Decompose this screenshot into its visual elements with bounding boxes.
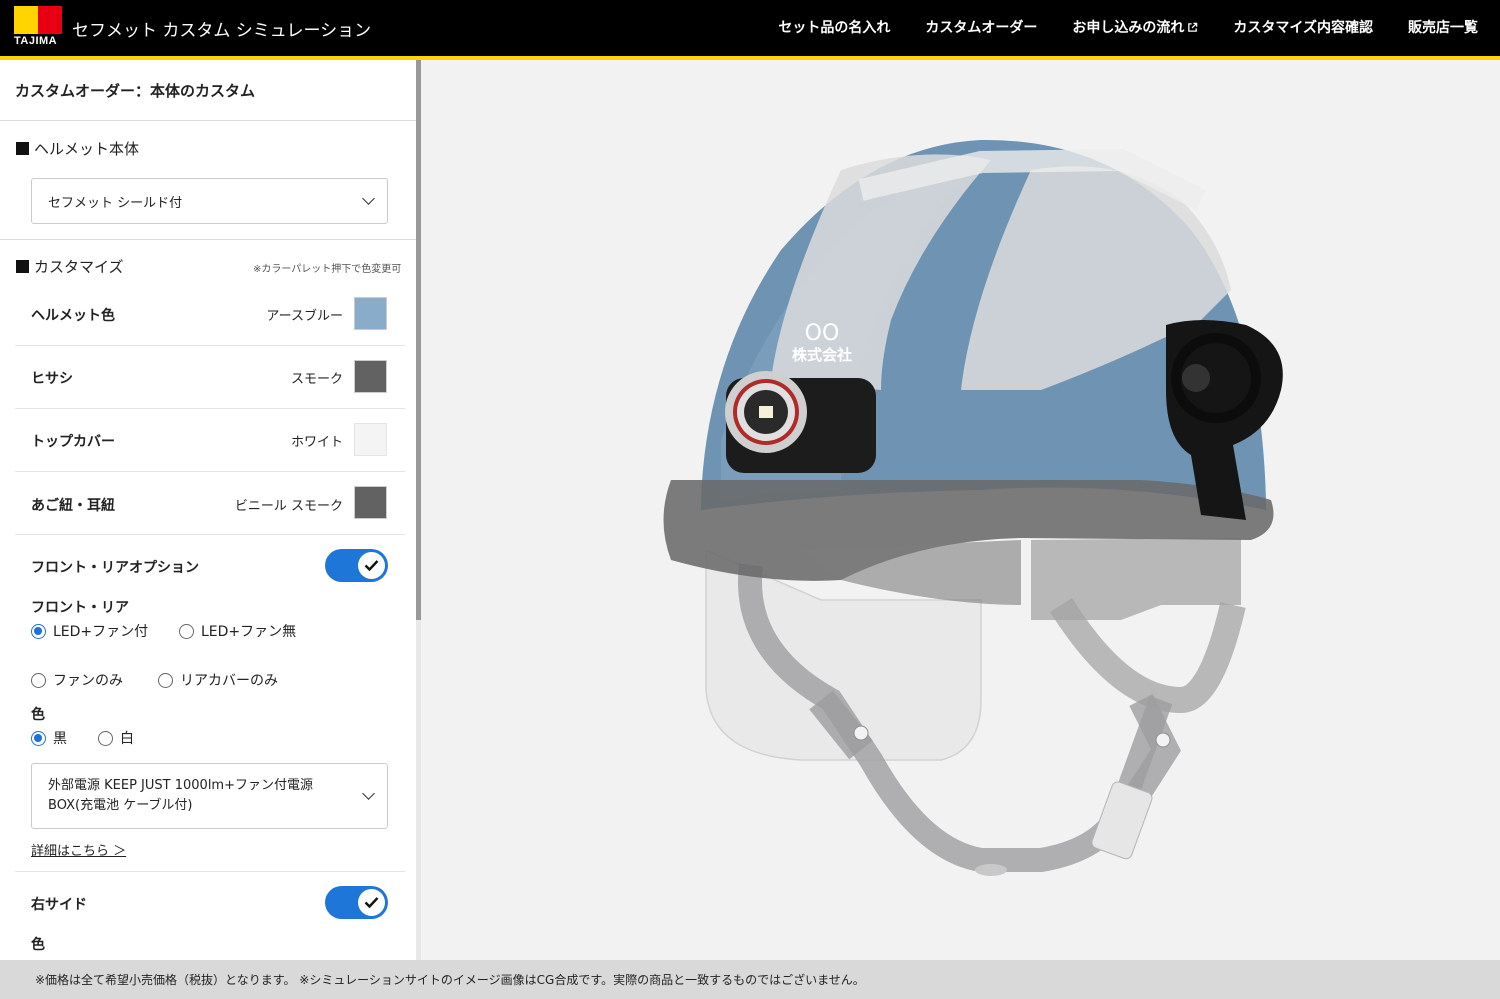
chevron-down-icon <box>362 192 375 205</box>
right-side-color-label: 色 <box>31 937 45 953</box>
row-value-visor: スモーク <box>290 372 343 387</box>
logo-text: TAJIMA <box>14 35 58 47</box>
color-swatch-visor[interactable] <box>354 360 387 393</box>
nav-label: カスタムオーダー <box>925 20 1038 36</box>
radio-label: 白 <box>120 731 134 747</box>
main-nav: セット品の名入れ カスタムオーダー お申し込みの流れ カスタマイズ内容確認 販売… <box>743 17 1478 37</box>
front-rear-option-label: フロント・リアオプション <box>31 560 199 576</box>
helmet-preview-area: OO 株式会社 <box>421 60 1500 960</box>
select-value: セフメット シールド付 <box>48 195 183 211</box>
helmet-3d-render[interactable]: OO 株式会社 <box>421 60 1500 960</box>
details-link[interactable]: 詳細はこちら ＞ <box>31 840 126 859</box>
select-value: 外部電源 KEEP JUST 1000lm+ファン付電源 BOX(充電池 ケーブ… <box>48 776 313 816</box>
row-label-helmet-color: ヘルメット色 <box>31 308 115 324</box>
radio-label: LED+ファン付 <box>53 624 149 640</box>
radio-label: 黒 <box>53 731 67 747</box>
chevron-down-icon <box>362 787 375 800</box>
logo-red-block <box>38 6 62 34</box>
tajima-logo[interactable]: TAJIMA <box>14 6 62 48</box>
select-value-line2: BOX(充電池 ケーブル付) <box>48 798 193 813</box>
row-label-chin-strap: あご紐・耳紐 <box>31 498 115 514</box>
custom-order-sidebar: カスタムオーダー：本体のカスタム ヘルメット本体 セフメット シールド付 カスタ… <box>0 60 416 960</box>
section-heading-helmet-body: ヘルメット本体 <box>16 138 139 159</box>
radio-led-no-fan[interactable]: LED+ファン無 <box>179 621 296 641</box>
row-label-top-cover: トップカバー <box>31 434 115 450</box>
nav-customize-confirm[interactable]: カスタマイズ内容確認 <box>1233 17 1373 37</box>
row-value-chin-strap: ビニール スモーク <box>234 499 343 514</box>
row-divider <box>15 534 405 535</box>
radio-circle <box>31 672 46 688</box>
row-label-visor: ヒサシ <box>31 371 73 387</box>
radio-led-fan[interactable]: LED+ファン付 <box>31 621 148 641</box>
right-side-label: 右サイド <box>31 897 87 913</box>
front-rear-product-select[interactable]: 外部電源 KEEP JUST 1000lm+ファン付電源 BOX(充電池 ケーブ… <box>31 763 388 829</box>
color-swatch-helmet[interactable] <box>354 297 387 330</box>
divider <box>0 120 416 121</box>
toggle-knob <box>358 889 385 916</box>
helmet-body-select[interactable]: セフメット シールド付 <box>31 178 388 224</box>
front-rear-sub-label: フロント・リア <box>31 600 129 616</box>
logo-yellow-block <box>14 6 38 34</box>
helmet-print-line1: OO <box>805 321 840 346</box>
row-divider <box>15 345 405 346</box>
nav-label: お申し込みの流れ <box>1072 20 1185 36</box>
row-value-top-cover: ホワイト <box>290 435 343 450</box>
radio-fan-only[interactable]: ファンのみ <box>31 670 123 690</box>
top-header: TAJIMA セフメット カスタム シミュレーション セット品の名入れ カスタム… <box>0 0 1500 56</box>
radio-circle <box>179 623 194 639</box>
radio-rear-cover-only[interactable]: リアカバーのみ <box>158 670 278 690</box>
helmet-print-line2: 株式会社 <box>792 346 852 364</box>
app-title: セフメット カスタム シミュレーション <box>72 21 372 41</box>
front-rear-option-toggle[interactable] <box>325 549 388 582</box>
nav-store-list[interactable]: 販売店一覧 <box>1408 17 1478 37</box>
toggle-knob <box>358 552 385 579</box>
section-heading-text: ヘルメット本体 <box>34 140 140 158</box>
right-side-toggle[interactable] <box>325 886 388 919</box>
external-link-icon <box>1188 22 1198 32</box>
radio-label: ファンのみ <box>53 673 123 689</box>
palette-note: ※カラーパレット押下で色変更可 <box>253 264 402 275</box>
radio-label: リアカバーのみ <box>180 673 278 689</box>
section-heading-customize: カスタマイズ <box>16 256 124 277</box>
square-bullet-icon <box>16 142 29 155</box>
radio-circle <box>158 672 173 688</box>
color-sub-label: 色 <box>31 707 45 723</box>
square-bullet-icon <box>16 260 29 273</box>
radio-label: LED+ファン無 <box>201 624 297 640</box>
footer-note: ※価格は全て希望小売価格（税抜）となります。 ※シミュレーションサイトのイメージ… <box>0 960 1500 999</box>
nav-label: 販売店一覧 <box>1408 20 1478 36</box>
nav-label: カスタマイズ内容確認 <box>1233 20 1373 36</box>
checkmark-icon <box>364 560 379 572</box>
checkmark-icon <box>364 897 379 909</box>
sidebar-title: カスタムオーダー：本体のカスタム <box>15 82 256 100</box>
nav-set-naming[interactable]: セット品の名入れ <box>778 17 890 37</box>
nav-custom-order[interactable]: カスタムオーダー <box>925 17 1037 37</box>
section-heading-text: カスタマイズ <box>34 258 124 276</box>
radio-color-white[interactable]: 白 <box>98 728 134 748</box>
row-divider <box>15 471 405 472</box>
nav-label: セット品の名入れ <box>778 20 891 36</box>
row-divider <box>15 408 405 409</box>
row-value-helmet-color: アースブルー <box>266 309 343 324</box>
nav-application-flow[interactable]: お申し込みの流れ <box>1072 17 1198 37</box>
radio-circle <box>31 730 46 746</box>
select-value-line1: 外部電源 KEEP JUST 1000lm+ファン付電源 <box>48 778 313 793</box>
color-swatch-top-cover[interactable] <box>354 423 387 456</box>
radio-color-black[interactable]: 黒 <box>31 728 67 748</box>
radio-circle <box>31 623 46 639</box>
color-swatch-chin-strap[interactable] <box>354 486 387 519</box>
divider <box>0 239 416 240</box>
radio-circle <box>98 730 113 746</box>
row-divider <box>15 871 405 872</box>
